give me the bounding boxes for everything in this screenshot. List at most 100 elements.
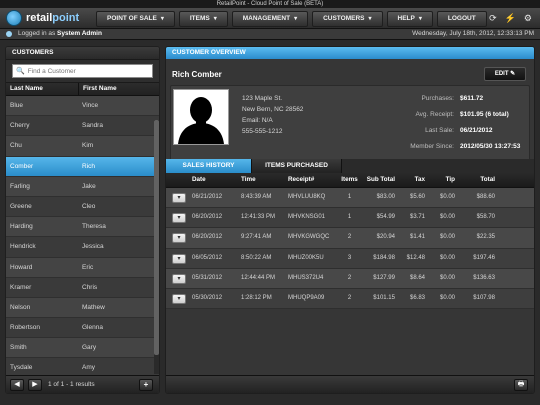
purchases-label: Purchases: [421,95,454,102]
customer-address: 123 Maple St. New Bern, NC 28562 Email: … [242,93,303,137]
customer-list-header: Last Name First Name [6,83,159,96]
customer-row[interactable]: Smith Gary [6,338,159,359]
menu-help[interactable]: HELP ▾ [386,11,433,27]
col-receipt[interactable]: Receipt# [286,173,338,187]
tab-items-purchased[interactable]: ITEMS PURCHASED [252,159,342,173]
expand-row-icon[interactable]: ▾ [172,193,186,203]
window-title: RetailPoint - Cloud Point of Sale (BETA) [0,0,540,8]
sales-rows: ▾ 06/21/2012 8:43:39 AM MHVLUU8KQ 1 $83.00 $5.… [166,188,534,310]
overview-tabs: SALES HISTORY ITEMS PURCHASED [166,159,534,174]
tab-sales-history[interactable]: SALES HISTORY [166,159,252,173]
customer-row[interactable]: Blue Vince [6,96,159,117]
col-last-name[interactable]: Last Name [6,83,79,95]
customer-search-input[interactable] [27,66,148,76]
table-header: Date Time Receipt# Items Sub Total Tax T… [166,173,534,188]
cell-date: 06/20/2012 [192,234,223,241]
customers-panel-title: CUSTOMERS [6,47,159,60]
chevron-down-icon: ▾ [368,16,372,22]
cell-date: 06/21/2012 [192,194,223,200]
col-first-name[interactable]: First Name [79,83,117,95]
logo-icon [6,10,22,26]
app-logo: retailpoint [6,10,100,26]
customer-first-name: Chris [82,283,98,291]
cell-time: 9:27:41 AM [241,234,272,241]
cell-subtotal: $184.98 [373,254,395,261]
customer-list: Blue Vince Cherry Sandra Chu Kim Comber Rich Far… [6,96,159,379]
customer-row[interactable]: Cherry Sandra [6,116,159,137]
customer-row[interactable]: Kramer Chris [6,277,159,298]
customer-row[interactable]: Hendrick Jessica [6,237,159,258]
overview-footer: 🖶 [166,375,534,393]
col-items[interactable]: Items [338,173,361,187]
col-date[interactable]: Date [190,173,239,187]
settings-icon[interactable]: ⚙ [524,13,532,24]
customer-row[interactable]: Harding Theresa [6,217,159,238]
add-customer-button[interactable]: + [139,379,153,391]
prev-page-button[interactable]: ◀ [10,378,24,391]
lightning-icon[interactable]: ⚡ [505,13,516,24]
edit-button[interactable]: EDIT ✎ [484,67,526,81]
customer-first-name: Rich [82,162,96,170]
expand-row-icon[interactable]: ▾ [172,233,186,244]
scrollbar-thumb[interactable] [154,120,159,355]
cell-tax: $12.48 [406,254,425,261]
sales-row[interactable]: ▾ 05/31/2012 12:44:44 PM MHUS372U4 2 $127.99 $… [166,268,534,289]
sales-row[interactable]: ▾ 05/30/2012 1:28:12 PM MHUQP9A09 2 $101.15 $6… [166,288,534,310]
cell-tip: $0.00 [439,194,455,200]
address-line2: New Bern, NC 28562 [242,106,304,113]
customers-panel: CUSTOMERS 🔍 Last Name First Name Blue Vin… [5,46,160,394]
menu-logout[interactable]: LOGOUT [436,11,487,27]
customer-first-name: Theresa [82,223,106,231]
sales-row[interactable]: ▾ 06/05/2012 8:50:22 AM MHUZ00K5U 3 $184.98 $1… [166,248,534,269]
search-box: 🔍 [12,64,153,78]
menu-point-of-sale[interactable]: POINT OF SALE ▾ [96,11,175,27]
expand-row-icon[interactable]: ▾ [172,213,186,224]
top-navigation: retailpoint POINT OF SALE ▾ ITEMS ▾ MANAGE… [0,8,540,29]
pencil-icon: ✎ [510,71,516,77]
menu-management[interactable]: MANAGEMENT ▾ [231,11,309,27]
cell-date: 05/31/2012 [192,274,223,281]
cell-total: $107.98 [473,294,495,301]
customer-last-name: Chu [10,142,22,150]
refresh-icon[interactable]: ⟳ [489,13,497,24]
customer-last-name: Hendrick [10,243,36,251]
cell-receipt: MHVLUU8KQ [288,194,326,200]
col-time[interactable]: Time [239,173,286,187]
expand-row-icon[interactable]: ▾ [172,253,186,264]
sales-row[interactable]: ▾ 06/20/2012 12:41:33 PM MHVKNSG01 1 $54.99 $3… [166,208,534,229]
cell-time: 12:44:44 PM [241,274,276,281]
menu-customers[interactable]: CUSTOMERS ▾ [312,11,383,27]
customer-row[interactable]: Comber Rich [6,156,159,177]
print-button[interactable]: 🖶 [514,379,528,391]
next-page-button[interactable]: ▶ [28,378,42,391]
person-silhouette-icon [174,90,228,144]
chevron-down-icon: ▾ [213,16,217,22]
col-subtotal[interactable]: Sub Total [361,173,395,187]
cell-time: 8:50:22 AM [241,254,272,261]
cell-date: 05/30/2012 [192,294,223,301]
sales-row[interactable]: ▾ 06/20/2012 9:27:41 AM MHVKGWGQC 2 $20.94 $1.… [166,228,534,249]
col-tip[interactable]: Tip [425,173,455,187]
customer-row[interactable]: Farling Jake [6,176,159,197]
sales-row[interactable]: ▾ 06/21/2012 8:43:39 AM MHVLUU8KQ 1 $83.00 $5.… [166,188,534,209]
sales-history-table: Date Time Receipt# Items Sub Total Tax T… [166,173,534,310]
cell-subtotal: $83.00 [376,194,395,200]
customer-row[interactable]: Chu Kim [6,136,159,157]
customer-first-name: Glenna [82,324,103,332]
customer-avatar [173,89,229,145]
customer-row[interactable]: Howard Eric [6,257,159,278]
cell-tip: $0.00 [439,214,455,221]
expand-row-icon[interactable]: ▾ [172,273,186,284]
menu-items[interactable]: ITEMS ▾ [178,11,228,27]
customer-row[interactable]: Greene Cleo [6,196,159,218]
customer-row[interactable]: Robertson Glenna [6,318,159,339]
cell-subtotal: $54.99 [376,214,395,221]
customer-row[interactable]: Nelson Mathew [6,297,159,319]
col-tax[interactable]: Tax [395,173,425,187]
cell-tax: $1.41 [409,234,425,241]
expand-row-icon[interactable]: ▾ [172,293,186,304]
phone: 555-555-1212 [242,128,283,135]
col-total[interactable]: Total [455,173,501,187]
cell-total: $197.46 [473,254,495,261]
cell-items: 1 [347,194,352,200]
